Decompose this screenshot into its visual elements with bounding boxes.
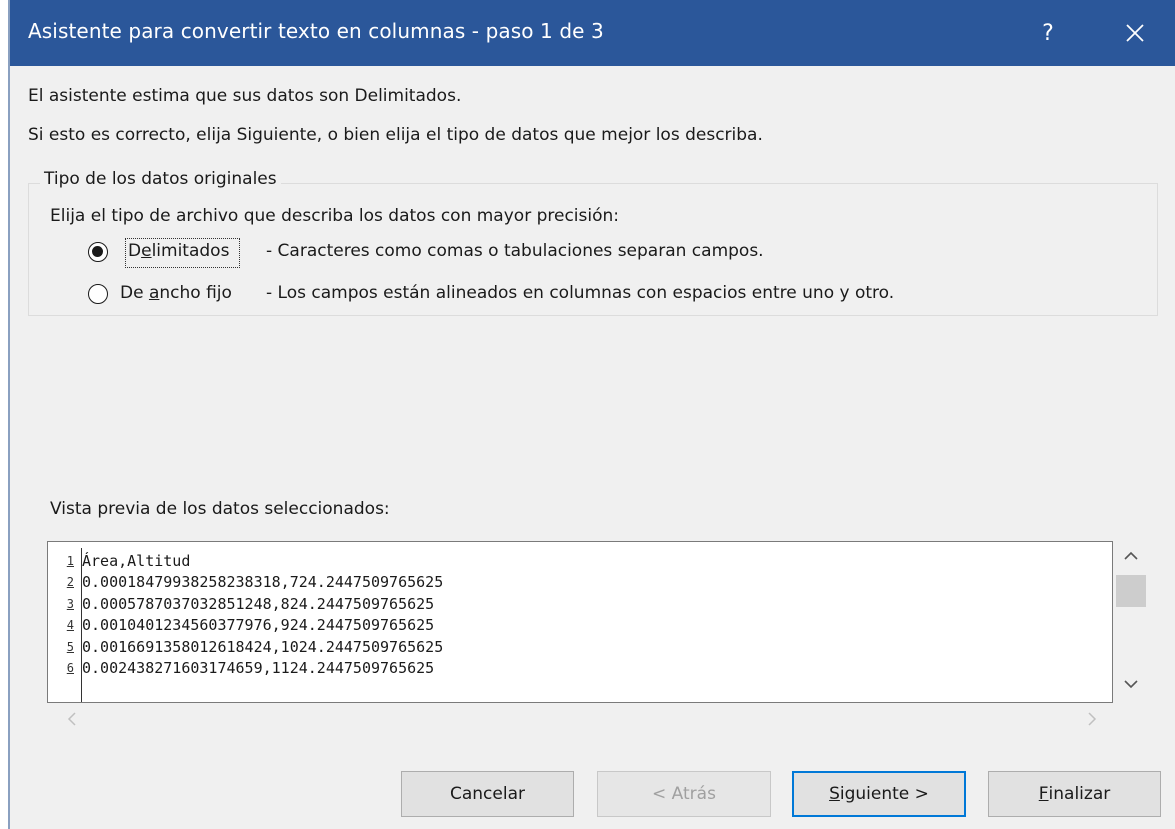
vertical-scroll-thumb[interactable] [1116, 575, 1146, 607]
cancel-button[interactable]: Cancelar [401, 771, 574, 817]
preview-row: 4 0.0010401234560377976,924.2447509765625 [48, 615, 443, 637]
data-preview-pane[interactable]: 1 Área,Altitud 2 0.00018479938258238318,72… [47, 541, 1113, 703]
preview-row: 3 0.0005787037032851248,824.2447509765625 [48, 593, 443, 615]
help-button[interactable]: ? [1020, 0, 1076, 66]
next-button[interactable]: Siguiente > [792, 771, 966, 817]
fixed-width-label[interactable]: De ancho fijo [120, 283, 232, 303]
row-number: 3 [66, 596, 74, 611]
row-number: 6 [66, 661, 74, 676]
file-type-prompt: Elija el tipo de archivo que describa lo… [50, 206, 620, 226]
delimited-radio[interactable] [88, 242, 108, 262]
scroll-left-icon[interactable] [67, 712, 77, 726]
row-number: 2 [66, 575, 74, 590]
row-text: 0.0005787037032851248,824.2447509765625 [82, 594, 435, 613]
radio-selected-dot [92, 246, 103, 257]
intro-line-1: El asistente estima que sus datos son De… [28, 86, 462, 106]
row-number: 1 [66, 553, 74, 568]
row-text: Área,Altitud [82, 551, 191, 570]
row-number: 5 [66, 639, 74, 654]
close-button[interactable] [1100, 0, 1170, 66]
horizontal-scrollbar[interactable] [47, 703, 1113, 733]
preview-row: 6 0.002438271603174659,1124.2447509765625 [48, 658, 443, 680]
fixed-width-description: - Los campos están alineados en columnas… [266, 283, 895, 303]
preview-row: 1 Área,Altitud [48, 550, 443, 572]
delimited-description: - Caracteres como comas o tabulaciones s… [266, 241, 764, 261]
preview-row: 5 0.0016691358012618424,1024.244750976562… [48, 636, 443, 658]
close-icon [1126, 24, 1144, 42]
row-text: 0.0016691358012618424,1024.2447509765625 [82, 637, 444, 656]
window-title: Asistente para convertir texto en column… [28, 19, 604, 43]
scroll-up-icon[interactable] [1124, 551, 1138, 561]
groupbox-legend: Tipo de los datos originales [40, 169, 281, 189]
finish-button[interactable]: Finalizar [988, 771, 1161, 817]
back-button[interactable]: < Atrás [597, 771, 771, 817]
row-text: 0.002438271603174659,1124.2447509765625 [82, 659, 435, 678]
delimited-label[interactable]: Delimitados [128, 241, 229, 261]
scroll-right-icon[interactable] [1087, 712, 1097, 726]
row-number: 4 [66, 618, 74, 633]
preview-rows: 1 Área,Altitud 2 0.00018479938258238318,72… [48, 550, 443, 679]
row-text: 0.0010401234560377976,924.2447509765625 [82, 616, 435, 635]
preview-label: Vista previa de los datos seleccionados: [50, 499, 390, 519]
scroll-down-icon[interactable] [1124, 679, 1138, 689]
text-to-columns-dialog: Asistente para convertir texto en column… [8, 0, 1175, 829]
title-bar: Asistente para convertir texto en column… [10, 0, 1175, 66]
vertical-scrollbar[interactable] [1113, 541, 1149, 703]
row-text: 0.00018479938258238318,724.2447509765625 [82, 573, 444, 592]
intro-line-2: Si esto es correcto, elija Siguiente, o … [28, 125, 763, 145]
fixed-width-radio[interactable] [88, 284, 108, 304]
preview-row: 2 0.00018479938258238318,724.244750976562… [48, 572, 443, 594]
